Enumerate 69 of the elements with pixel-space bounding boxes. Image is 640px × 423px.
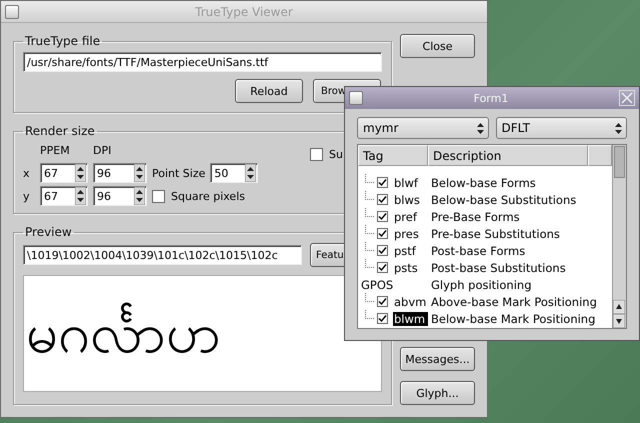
checkbox[interactable] (377, 245, 388, 256)
spin-box[interactable]: 67 (40, 163, 88, 183)
checkbox[interactable] (152, 190, 165, 202)
table-description: Glyph positioning (430, 278, 532, 292)
spin-arrows-icon[interactable] (245, 164, 256, 182)
checkbox[interactable] (310, 148, 323, 161)
feature-description: Below-base Substitutions (430, 192, 576, 206)
feature-description: Above-base Mark Positioning (430, 294, 597, 308)
text-input[interactable]: \1019\1002\1004\1039\101c\102c\1015\102c (23, 245, 302, 265)
feature-tag[interactable]: pref (393, 210, 430, 224)
column-header[interactable]: Tag (358, 145, 428, 166)
updown-arrow-icon (476, 122, 484, 134)
file-path-field[interactable]: /usr/share/fonts/TTF/MasterpieceUniSans.ttf (23, 52, 382, 72)
spin-box[interactable]: 96 (93, 163, 147, 183)
scrollbar[interactable] (612, 145, 626, 328)
feature-tag[interactable]: pstf (393, 244, 430, 258)
feature-description: Post-base Substitutions (430, 260, 566, 274)
column-header[interactable]: Description (428, 145, 588, 166)
updown-arrow-icon (615, 122, 622, 134)
feature-description: Post-base Forms (430, 244, 526, 258)
script-dropdown[interactable]: mymr (357, 117, 488, 139)
feature-description: Pre-base Substitutions (430, 226, 560, 240)
window-title: Form1 (472, 92, 510, 104)
scroll-down-icon[interactable] (613, 314, 625, 328)
spin-box[interactable]: 50 (210, 163, 258, 183)
scroll-thumb[interactable] (614, 146, 625, 178)
window-title: TrueType Viewer (194, 4, 294, 18)
axis-label: x (23, 166, 31, 180)
dialog-button[interactable]: Messages... (400, 347, 475, 371)
language-dropdown[interactable]: DFLT (496, 117, 627, 139)
table-name[interactable]: GPOS (358, 278, 430, 292)
close-icon[interactable] (619, 90, 635, 106)
checkbox[interactable] (377, 313, 388, 324)
feature-tag[interactable]: blwf (393, 176, 430, 190)
group-label: Preview (24, 225, 73, 239)
spin-arrows-icon[interactable] (134, 164, 145, 182)
feature-description: Below-base Mark Positioning (430, 312, 596, 326)
group-label: Render size (24, 124, 96, 138)
checkbox[interactable] (377, 211, 388, 222)
feature-tag[interactable]: psts (393, 260, 430, 274)
checkbox[interactable] (377, 228, 388, 239)
column-label: DPI (93, 144, 112, 156)
window-icon[interactable] (349, 91, 363, 105)
spin-box[interactable]: 96 (93, 186, 147, 206)
column-label: PPEM (40, 144, 71, 156)
spin-box[interactable]: 67 (40, 186, 88, 206)
feature-tag[interactable]: pres (393, 226, 430, 240)
feature-tag[interactable]: abvm (393, 294, 430, 308)
feature-tag[interactable]: blws (393, 192, 430, 206)
dialog-button[interactable]: Close (400, 34, 475, 58)
checkbox[interactable] (377, 194, 388, 205)
field-label: Point Size (152, 166, 206, 180)
scroll-up-icon[interactable] (613, 300, 625, 314)
window-icon[interactable] (5, 4, 19, 18)
checkbox-label: Square pixels (171, 190, 245, 202)
checkbox[interactable] (377, 262, 388, 273)
spin-arrows-icon[interactable] (75, 164, 86, 182)
checkbox[interactable] (377, 177, 388, 188)
feature-description: Below-base Forms (430, 176, 536, 190)
axis-label: y (23, 190, 31, 202)
dialog-button[interactable]: Glyph... (400, 381, 475, 405)
feature-tag[interactable]: blwm (393, 312, 428, 326)
checkbox-label: Su (329, 148, 343, 161)
feature-description: Pre-Base Forms (430, 210, 520, 224)
spin-arrows-icon[interactable] (134, 187, 145, 205)
checkbox[interactable] (377, 296, 388, 307)
spin-arrows-icon[interactable] (75, 187, 86, 205)
group-label: TrueType file (24, 34, 102, 48)
dialog-button[interactable]: Reload (235, 79, 303, 103)
